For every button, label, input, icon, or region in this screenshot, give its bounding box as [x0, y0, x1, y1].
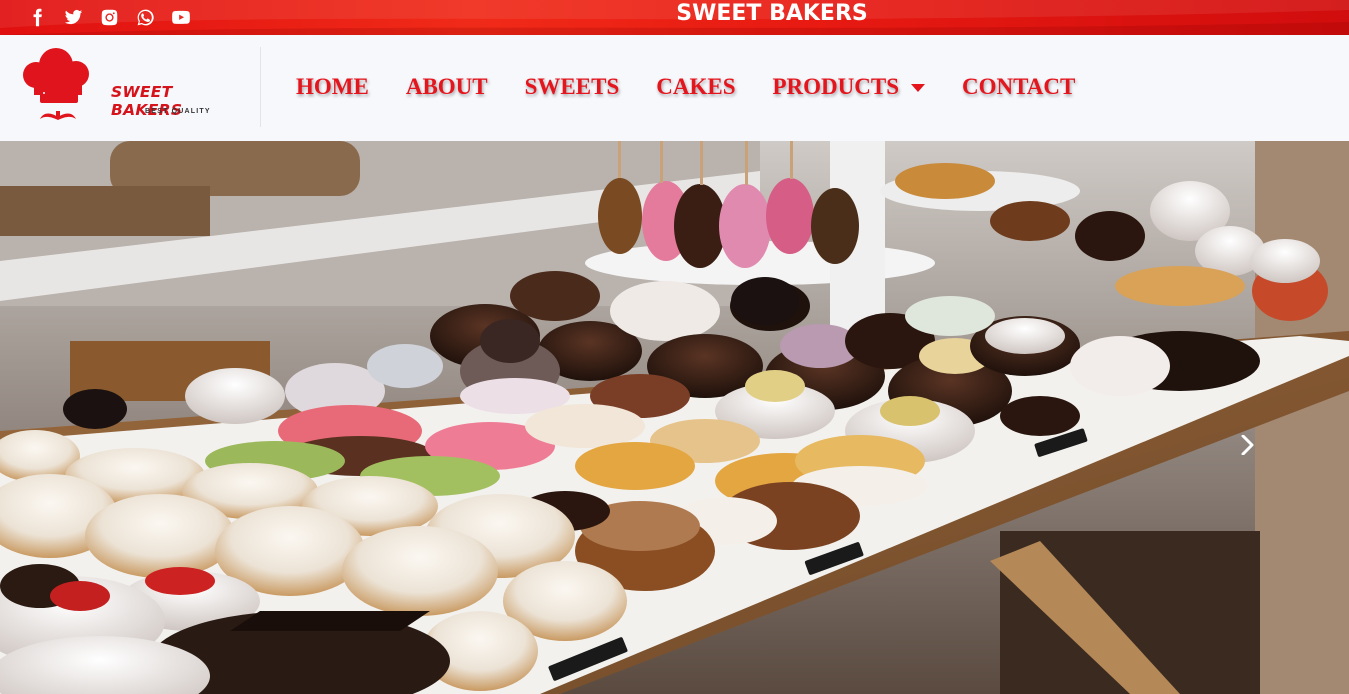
nav-home[interactable]: HOME — [296, 74, 369, 100]
nav-cakes[interactable]: CAKES — [656, 74, 735, 100]
nav-products-label: PRODUCTS — [772, 74, 900, 99]
main-menu: HOME ABOUT SWEETS CAKES PRODUCTS CONTACT — [296, 74, 1112, 100]
hero-bakery-image — [0, 141, 1349, 694]
chef-hat-icon — [23, 48, 89, 120]
carousel-next-button[interactable] — [1236, 431, 1258, 459]
nav-products[interactable]: PRODUCTS — [773, 74, 926, 100]
hero-carousel — [0, 141, 1349, 694]
main-navbar: SWEET BAKERS BEST QUALITY HOME ABOUT SWE… — [0, 35, 1349, 141]
nav-about[interactable]: ABOUT — [406, 74, 488, 100]
top-bar: SWEET BAKERS — [0, 0, 1349, 35]
nav-sweets[interactable]: SWEETS — [525, 74, 620, 100]
top-bar-title: SWEET BAKERS — [676, 1, 868, 26]
caret-down-icon — [911, 84, 926, 92]
logo-tagline: BEST QUALITY — [145, 108, 211, 115]
site-logo[interactable]: SWEET BAKERS BEST QUALITY — [18, 47, 248, 127]
logo-divider — [260, 47, 261, 127]
nav-contact[interactable]: CONTACT — [962, 74, 1075, 100]
chevron-right-icon — [1241, 435, 1254, 455]
